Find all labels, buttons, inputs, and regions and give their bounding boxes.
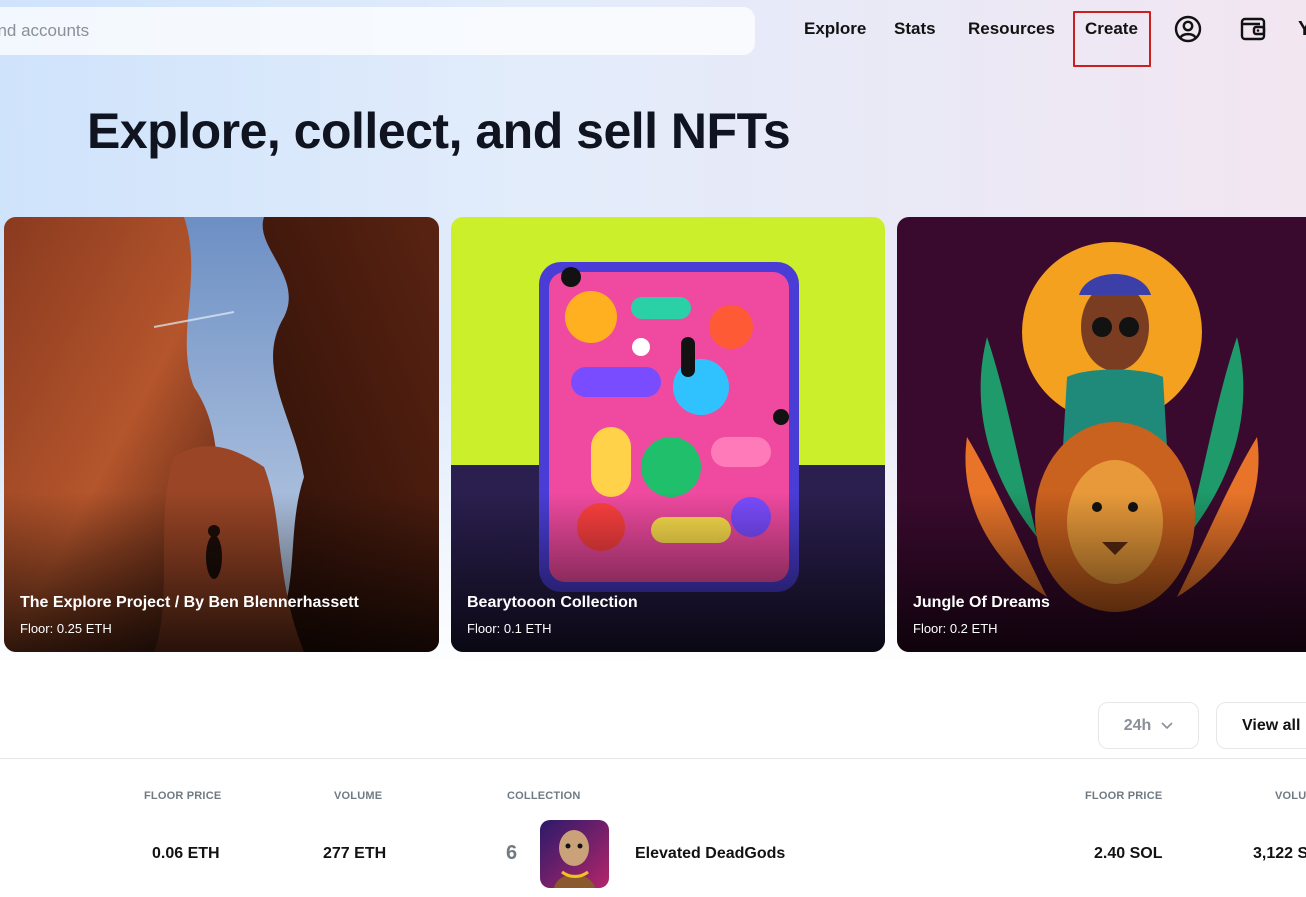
collection-avatar[interactable]: [540, 820, 609, 888]
menu-icon-partial[interactable]: Y: [1298, 18, 1306, 41]
col-header-floor-price-right: FLOOR PRICE: [1085, 790, 1163, 802]
search-input[interactable]: [0, 21, 755, 41]
time-range-dropdown[interactable]: 24h: [1098, 702, 1199, 749]
card-title: The Explore Project / By Ben Blennerhass…: [20, 594, 359, 611]
wallet-icon[interactable]: [1238, 14, 1268, 44]
time-range-value: 24h: [1123, 716, 1152, 734]
col-header-volume-right: VOLU: [1275, 790, 1306, 802]
cell-volume: 277 ETH: [323, 845, 387, 862]
featured-card-bearytooon[interactable]: Bearytooon Collection Floor: 0.1 ETH: [451, 217, 885, 652]
divider: [0, 758, 1306, 759]
card-title: Bearytooon Collection: [467, 594, 638, 611]
col-header-volume: VOLUME: [334, 790, 383, 802]
page-headline: Explore, collect, and sell NFTs: [87, 103, 791, 159]
create-highlight-box: [1073, 11, 1151, 67]
cell-volume-right: 3,122 S: [1253, 845, 1306, 862]
featured-card-jungle-of-dreams[interactable]: Jungle Of Dreams Floor: 0.2 ETH: [897, 217, 1306, 652]
deadgods-avatar-image: [540, 820, 609, 888]
row-rank: 6: [506, 842, 518, 864]
card-title: Jungle Of Dreams: [913, 594, 1050, 611]
chevron-down-icon: [1161, 721, 1173, 729]
nav-explore[interactable]: Explore: [804, 18, 866, 40]
account-circle-icon[interactable]: [1173, 14, 1203, 44]
card-floor: Floor: 0.1 ETH: [467, 621, 552, 636]
card-floor: Floor: 0.2 ETH: [913, 621, 998, 636]
nav-resources[interactable]: Resources: [968, 18, 1055, 40]
featured-card-explore-project[interactable]: The Explore Project / By Ben Blennerhass…: [4, 217, 439, 652]
collection-name-link[interactable]: Elevated DeadGods: [635, 845, 785, 863]
col-header-floor-price: FLOOR PRICE: [144, 790, 222, 802]
nav-stats[interactable]: Stats: [894, 18, 936, 40]
search-bar[interactable]: [0, 7, 755, 55]
card-floor: Floor: 0.25 ETH: [20, 621, 112, 636]
cell-floor-price: 0.06 ETH: [152, 845, 220, 862]
col-header-collection: COLLECTION: [507, 790, 581, 802]
cell-floor-price-right: 2.40 SOL: [1094, 845, 1163, 862]
view-all-button[interactable]: View all: [1216, 702, 1306, 749]
